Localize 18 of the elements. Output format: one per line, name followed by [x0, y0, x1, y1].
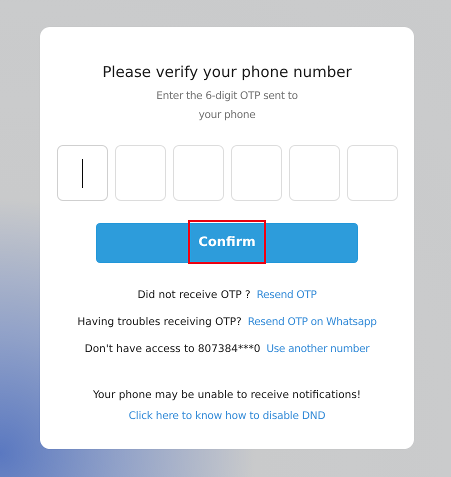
- dnd-help-link[interactable]: Click here to know how to disable DND: [128, 408, 326, 424]
- otp-input-field[interactable]: [114, 145, 166, 201]
- help-link[interactable]: Resend OTP: [256, 287, 317, 303]
- help-link[interactable]: Resend OTP on Whatsapp: [248, 314, 377, 330]
- help-text: Don't have access to 807384***0: [84, 342, 260, 357]
- subtitle-text: your phone: [198, 108, 256, 123]
- otp-input-field[interactable]: [288, 145, 340, 201]
- otp-input-field[interactable]: [230, 145, 282, 201]
- otp-input-field[interactable]: [346, 145, 398, 201]
- help-text: Having troubles receiving OTP?: [77, 315, 242, 330]
- subtitle-text: Enter the 6-digit OTP sent to: [156, 89, 298, 104]
- otp-input-field[interactable]: [56, 145, 108, 201]
- help-text: Did not receive OTP ?: [137, 288, 251, 303]
- dialog-title: Please verify your phone number: [102, 63, 352, 81]
- help-link[interactable]: Use another number: [266, 341, 370, 357]
- notice-text: Your phone may be unable to receive notifications!: [92, 388, 362, 403]
- otp-input-field[interactable]: [172, 145, 224, 201]
- confirm-button[interactable]: Confirm: [96, 223, 358, 263]
